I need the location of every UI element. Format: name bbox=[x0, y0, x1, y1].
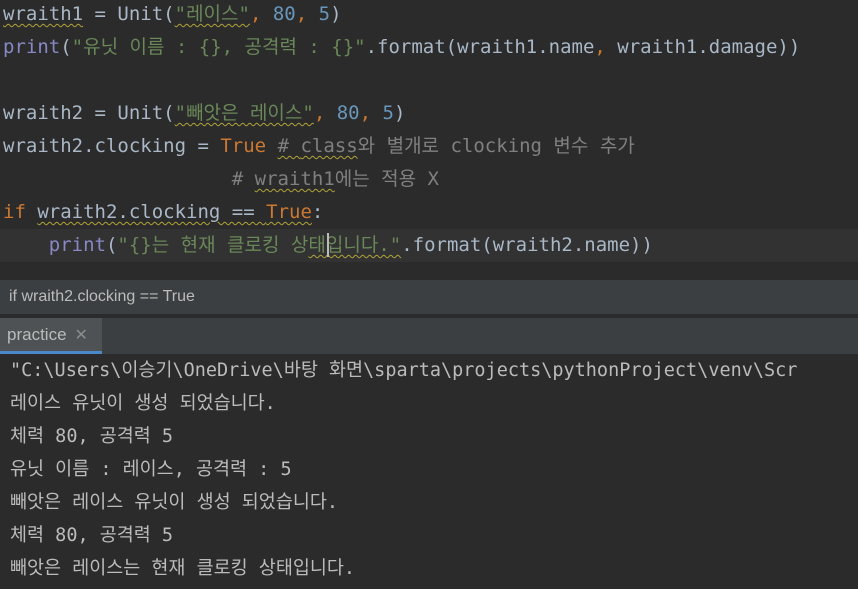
token: # bbox=[231, 168, 255, 190]
token: 에는 적용 X bbox=[334, 168, 439, 190]
code-line-5[interactable]: wraith2.clocking = True # class와 별개로 clo… bbox=[3, 130, 635, 163]
token: : bbox=[311, 201, 324, 223]
token: "빼앗은 레이스" bbox=[174, 102, 314, 124]
token: wraith2.clocking == bbox=[37, 201, 267, 223]
token: "{}는 현재 클로킹 상 bbox=[117, 234, 309, 256]
run-console-output[interactable]: "C:\Users\이승기\OneDrive\바탕 화면\sparta\proj… bbox=[0, 354, 858, 589]
code-line-7[interactable]: if wraith2.clocking == True: bbox=[3, 196, 323, 229]
token: = bbox=[83, 3, 118, 25]
code-line-2[interactable]: print("유닛 이름 : {}, 공격력 : {}".format(wrai… bbox=[3, 31, 800, 64]
token: ) bbox=[330, 3, 342, 25]
console-line: 체력 80, 공격력 5 bbox=[10, 525, 174, 546]
token: 5 bbox=[382, 102, 394, 124]
token: ( bbox=[163, 3, 175, 25]
tab-label: practice bbox=[7, 324, 67, 344]
console-line: 체력 80, 공격력 5 bbox=[10, 426, 174, 447]
run-panel-header: practice ✕ bbox=[0, 318, 858, 354]
token: , bbox=[295, 3, 319, 25]
token: wraith2 bbox=[3, 102, 84, 124]
token: , bbox=[249, 3, 273, 25]
token: "유닛 이름 : {}, 공격력 : {}" bbox=[71, 36, 366, 58]
token: , bbox=[594, 36, 618, 58]
token: Unit bbox=[117, 102, 164, 124]
console-line: 레이스 유닛이 생성 되었습니다. bbox=[10, 393, 276, 414]
token: 80 bbox=[272, 3, 296, 25]
token: ( bbox=[105, 234, 118, 256]
token: 80 bbox=[336, 102, 360, 124]
token: = bbox=[83, 102, 118, 124]
token: 태입니다." bbox=[308, 234, 402, 256]
token: ( bbox=[60, 36, 72, 58]
token: 와 별개로 clocking 변수 추가 bbox=[357, 135, 635, 157]
token: True bbox=[266, 201, 312, 223]
token: 5 bbox=[318, 3, 331, 25]
code-line-6[interactable]: # wraith1에는 적용 X bbox=[3, 163, 439, 196]
token: wraith1 bbox=[3, 3, 84, 25]
token: wraith2.clocking bbox=[3, 135, 187, 157]
token: ( bbox=[163, 102, 175, 124]
token: # bbox=[277, 135, 301, 157]
token: .format(wraith1.name bbox=[365, 36, 595, 58]
text-caret bbox=[327, 233, 329, 257]
token: "레이스" bbox=[174, 3, 250, 25]
console-line: "C:\Users\이승기\OneDrive\바탕 화면\sparta\proj… bbox=[10, 360, 798, 381]
token: , bbox=[313, 102, 337, 124]
code-line-4[interactable]: wraith2 = Unit("빼앗은 레이스", 80, 5) bbox=[3, 97, 405, 130]
token: print bbox=[48, 234, 106, 256]
breadcrumb[interactable]: if wraith2.clocking == True bbox=[0, 280, 858, 314]
tab-practice[interactable]: practice ✕ bbox=[0, 318, 102, 354]
token: True bbox=[220, 135, 267, 157]
console-line: 빼앗은 레이스는 현재 클로킹 상태입니다. bbox=[10, 558, 356, 579]
token: , bbox=[359, 102, 383, 124]
code-line-1[interactable]: wraith1 = Unit("레이스", 80, 5) bbox=[3, 0, 342, 31]
token: Unit bbox=[117, 3, 164, 25]
token: print bbox=[3, 36, 61, 58]
code-editor[interactable]: wraith1 = Unit("레이스", 80, 5) print("유닛 이… bbox=[0, 0, 858, 262]
console-line: 빼앗은 레이스 유닛이 생성 되었습니다. bbox=[10, 492, 339, 513]
token: wraith1.damage)) bbox=[617, 36, 801, 58]
token: = bbox=[186, 135, 221, 157]
console-line: 유닛 이름 : 레이스, 공격력 : 5 bbox=[10, 459, 292, 480]
token: ) bbox=[393, 102, 406, 124]
close-icon[interactable]: ✕ bbox=[75, 325, 88, 345]
breadcrumb-item[interactable]: if wraith2.clocking == True bbox=[9, 288, 195, 305]
token: if bbox=[3, 201, 26, 223]
token: wraith1 bbox=[254, 168, 335, 190]
token: class bbox=[300, 135, 358, 157]
token: .format(wraith2.name)) bbox=[401, 234, 653, 256]
